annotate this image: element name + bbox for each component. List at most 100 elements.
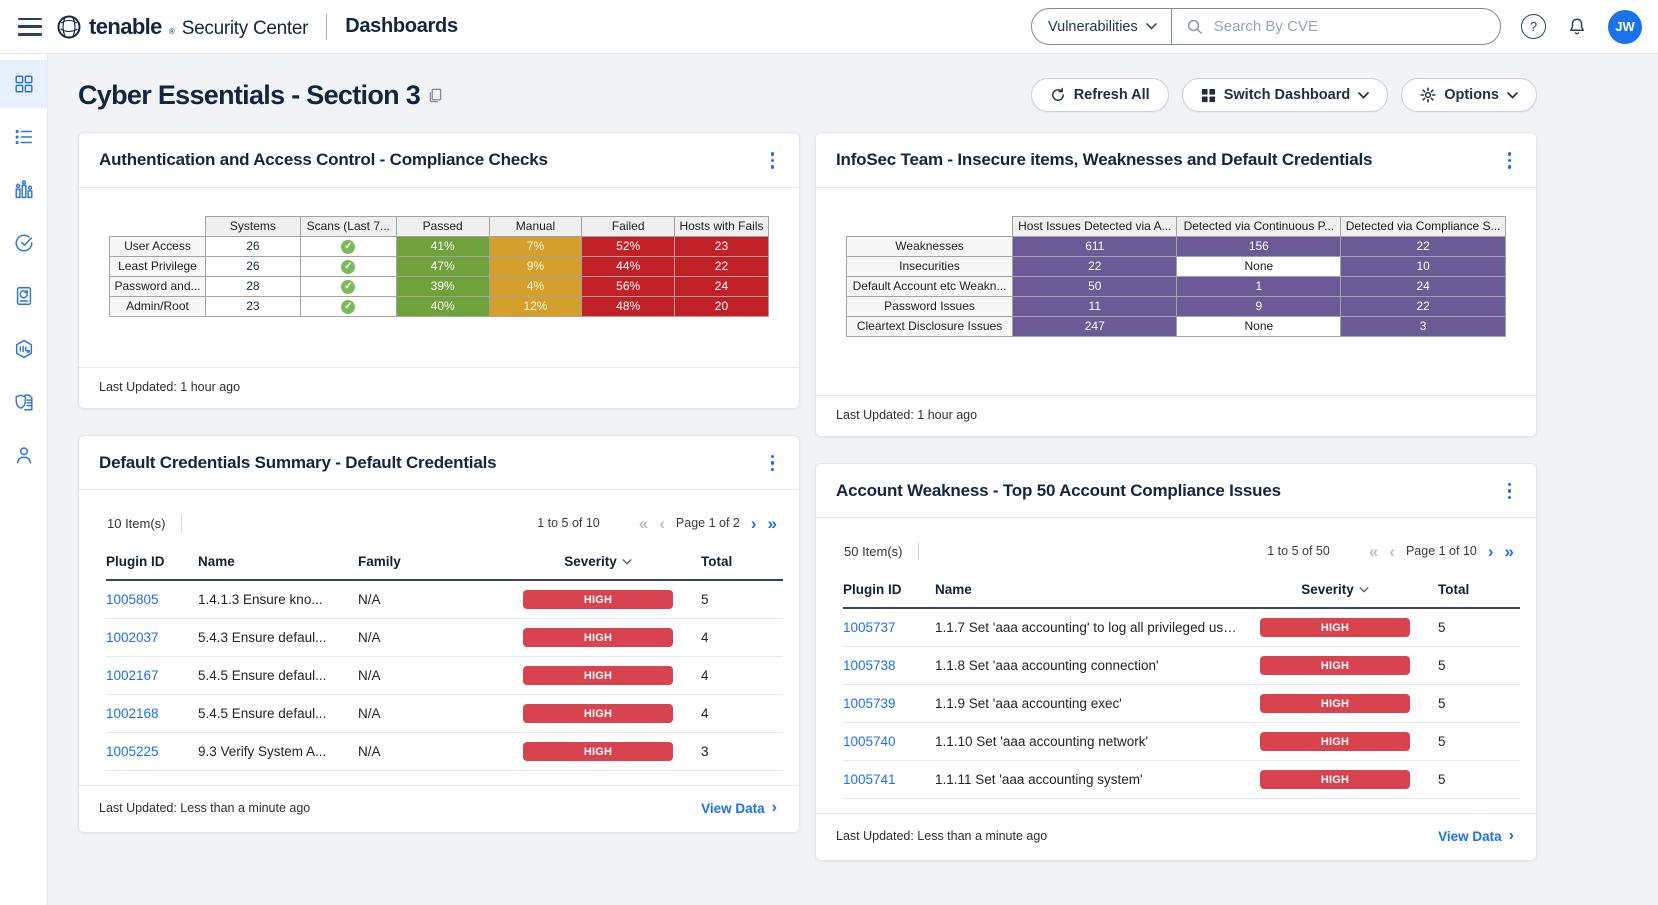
- infosec-panel: InfoSec Team - Insecure items, Weaknesse…: [815, 132, 1537, 437]
- col-severity[interactable]: Severity: [1250, 582, 1420, 597]
- first-page-icon[interactable]: «: [1369, 543, 1378, 560]
- plugin-id-link[interactable]: 1005805: [106, 592, 198, 607]
- next-page-icon[interactable]: ›: [1488, 543, 1494, 560]
- view-data-link[interactable]: View Data ›: [701, 799, 777, 817]
- matrix-cell[interactable]: 611: [1013, 236, 1177, 256]
- plugin-id-link[interactable]: 1005737: [843, 620, 935, 635]
- plugin-id-link[interactable]: 1002168: [106, 706, 198, 721]
- sidebar-item-scans[interactable]: [0, 219, 47, 267]
- switch-dashboard-button[interactable]: Switch Dashboard: [1182, 78, 1389, 112]
- plugin-id-link[interactable]: 1002037: [106, 630, 198, 645]
- help-icon[interactable]: ?: [1521, 14, 1546, 39]
- kebab-menu-icon[interactable]: [1503, 480, 1517, 503]
- matrix-cell[interactable]: 12%: [489, 296, 582, 316]
- sidebar-item-assets[interactable]: [0, 325, 47, 373]
- view-data-link[interactable]: View Data ›: [1438, 827, 1514, 845]
- col-name[interactable]: Name: [198, 554, 358, 569]
- copy-icon[interactable]: [428, 88, 443, 103]
- scan-status-cell[interactable]: ✓: [300, 296, 396, 316]
- plugin-id-link[interactable]: 1005739: [843, 696, 935, 711]
- matrix-cell[interactable]: 56%: [582, 276, 675, 296]
- sidebar-item-metrics[interactable]: [0, 166, 47, 214]
- plugin-id-link[interactable]: 1005740: [843, 734, 935, 749]
- avatar[interactable]: JW: [1608, 10, 1642, 44]
- matrix-cell[interactable]: 52%: [582, 236, 675, 256]
- matrix-cell[interactable]: 26: [205, 256, 300, 276]
- matrix-cell[interactable]: 47%: [396, 256, 489, 276]
- matrix-cell[interactable]: 22: [674, 256, 768, 276]
- next-page-icon[interactable]: ›: [751, 515, 757, 532]
- col-severity[interactable]: Severity: [513, 554, 683, 569]
- refresh-all-button[interactable]: Refresh All: [1031, 78, 1169, 112]
- options-label: Options: [1444, 87, 1499, 103]
- matrix-cell[interactable]: 10: [1341, 256, 1506, 276]
- matrix-cell[interactable]: 24: [1341, 276, 1506, 296]
- matrix-cell[interactable]: 50: [1013, 276, 1177, 296]
- matrix-cell[interactable]: 11: [1013, 296, 1177, 316]
- col-family[interactable]: Family: [358, 554, 513, 569]
- sidebar-item-policies[interactable]: [0, 378, 47, 426]
- sidebar-item-dashboards[interactable]: [0, 60, 47, 108]
- plugin-id-link[interactable]: 1002167: [106, 668, 198, 683]
- matrix-cell[interactable]: 48%: [582, 296, 675, 316]
- infosec-matrix-table: Host Issues Detected via A... Detected v…: [846, 216, 1506, 337]
- notifications-bell-icon[interactable]: [1566, 16, 1588, 38]
- search-input[interactable]: [1212, 17, 1486, 36]
- col-total[interactable]: Total: [683, 554, 783, 569]
- col-plugin-id[interactable]: Plugin ID: [843, 582, 935, 597]
- search-scope-dropdown[interactable]: Vulnerabilities: [1032, 9, 1171, 44]
- matrix-cell[interactable]: 156: [1177, 236, 1341, 256]
- matrix-cell[interactable]: 26: [205, 236, 300, 256]
- matrix-cell[interactable]: 24: [674, 276, 768, 296]
- col-header: Hosts with Fails: [674, 216, 768, 236]
- report-document-icon: [13, 285, 35, 307]
- plugin-name: 1.1.7 Set 'aaa accounting' to log all pr…: [935, 620, 1250, 635]
- matrix-cell[interactable]: 20: [674, 296, 768, 316]
- scan-status-cell[interactable]: ✓: [300, 256, 396, 276]
- sidebar-item-users[interactable]: [0, 431, 47, 479]
- items-count: 10 Item(s): [107, 516, 166, 531]
- kebab-menu-icon[interactable]: [1503, 149, 1517, 172]
- matrix-cell[interactable]: 4%: [489, 276, 582, 296]
- matrix-cell[interactable]: 22: [1341, 236, 1506, 256]
- options-button[interactable]: Options: [1401, 78, 1537, 112]
- last-page-icon[interactable]: »: [1505, 543, 1514, 560]
- matrix-cell[interactable]: None: [1177, 256, 1341, 276]
- matrix-cell[interactable]: 9: [1177, 296, 1341, 316]
- matrix-cell[interactable]: 40%: [396, 296, 489, 316]
- kebab-menu-icon[interactable]: [766, 149, 780, 172]
- hamburger-menu-icon[interactable]: [18, 18, 42, 36]
- col-name[interactable]: Name: [935, 582, 1250, 597]
- col-plugin-id[interactable]: Plugin ID: [106, 554, 198, 569]
- matrix-cell[interactable]: 39%: [396, 276, 489, 296]
- matrix-cell[interactable]: 22: [1013, 256, 1177, 276]
- prev-page-icon[interactable]: ‹: [1389, 543, 1395, 560]
- first-page-icon[interactable]: «: [639, 515, 648, 532]
- plugin-name: 5.4.5 Ensure defaul...: [198, 668, 358, 683]
- plugin-id-link[interactable]: 1005741: [843, 772, 935, 787]
- matrix-cell[interactable]: 28: [205, 276, 300, 296]
- scan-status-cell[interactable]: ✓: [300, 276, 396, 296]
- kebab-menu-icon[interactable]: [766, 452, 780, 475]
- matrix-cell[interactable]: 1: [1177, 276, 1341, 296]
- sidebar-item-reports[interactable]: [0, 272, 47, 320]
- plugin-id-link[interactable]: 1005738: [843, 658, 935, 673]
- matrix-cell[interactable]: 9%: [489, 256, 582, 276]
- col-header: Scans (Last 7...: [300, 216, 396, 236]
- matrix-cell[interactable]: 44%: [582, 256, 675, 276]
- sidebar-item-analysis[interactable]: [0, 113, 47, 161]
- scan-status-cell[interactable]: ✓: [300, 236, 396, 256]
- matrix-cell[interactable]: 7%: [489, 236, 582, 256]
- prev-page-icon[interactable]: ‹: [659, 515, 665, 532]
- matrix-cell[interactable]: 23: [205, 296, 300, 316]
- matrix-cell[interactable]: None: [1177, 316, 1341, 336]
- col-total[interactable]: Total: [1420, 582, 1520, 597]
- matrix-cell[interactable]: 247: [1013, 316, 1177, 336]
- matrix-cell[interactable]: 3: [1341, 316, 1506, 336]
- matrix-cell[interactable]: 22: [1341, 296, 1506, 316]
- matrix-cell[interactable]: 23: [674, 236, 768, 256]
- matrix-cell[interactable]: 41%: [396, 236, 489, 256]
- last-page-icon[interactable]: »: [768, 515, 777, 532]
- col-header: Host Issues Detected via A...: [1013, 216, 1177, 236]
- plugin-id-link[interactable]: 1005225: [106, 744, 198, 759]
